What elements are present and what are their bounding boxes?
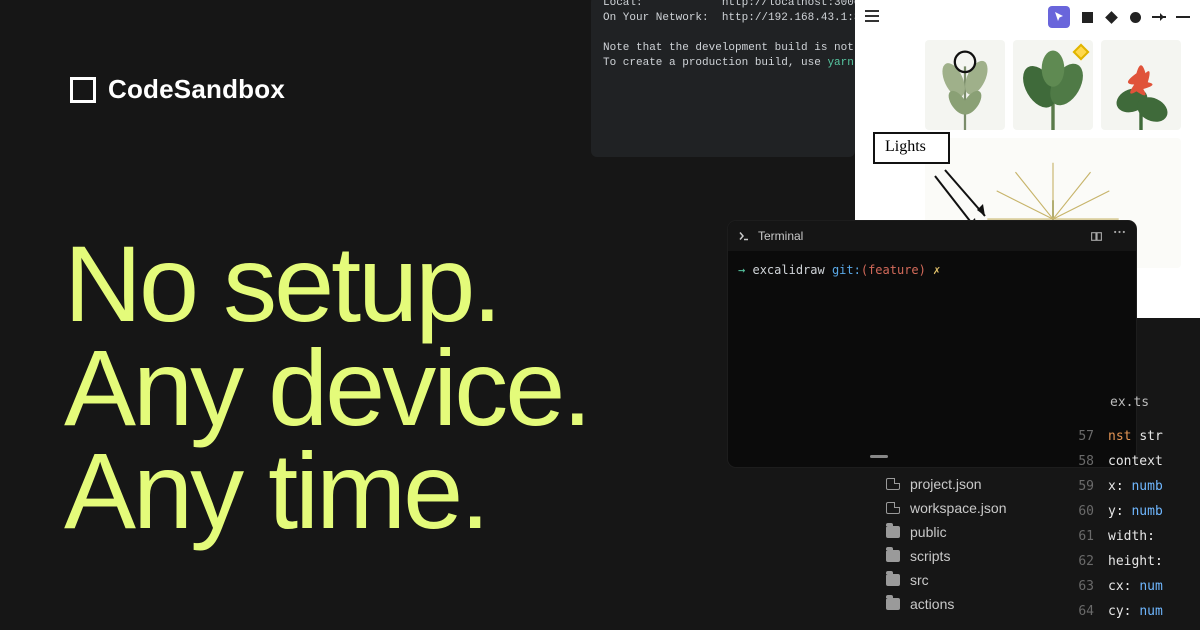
code-line: 63 cx: num [1070,574,1200,599]
build-note-1: Note that the development build is not o… [603,41,843,56]
rectangle-tool-icon[interactable] [1080,10,1094,24]
hero-headline: No setup. Any device. Any time. [64,232,589,543]
line-number: 64 [1070,599,1094,624]
brand-logo: CodeSandbox [70,74,285,105]
arrow-tool-icon[interactable] [1152,10,1166,24]
terminal-tabbar: Terminal [728,221,1136,251]
line-number: 58 [1070,449,1094,474]
tree-item[interactable]: workspace.json [856,496,1066,520]
tree-item[interactable]: actions [856,592,1066,616]
dev-server-panel: Local: http://localhost:3000 On Your Net… [591,0,855,157]
code-line: 59 x: numb [1070,474,1200,499]
prompt-branch: (feature) [861,263,926,277]
hero-line-3: Any time. [64,439,589,543]
canvas-thumb[interactable] [1013,40,1093,130]
tree-item-label: public [910,524,947,540]
line-number: 63 [1070,574,1094,599]
tree-item-label: scripts [910,548,950,564]
diamond-tool-icon[interactable] [1104,10,1118,24]
tree-item-label: actions [910,596,954,612]
toolbar [1048,6,1190,28]
drag-handle-icon[interactable] [870,455,888,458]
tree-item[interactable]: scripts [856,544,1066,568]
prompt-dirty: ✗ [933,263,940,277]
code-text: height: [1108,549,1163,574]
file-tree: project.json workspace.json public scripts s… [856,455,1066,616]
hero-line-2: Any device. [64,336,589,440]
code-text: y: numb [1108,499,1163,524]
hero-line-1: No setup. [64,232,589,336]
code-editor: ex.ts 57 nst str 58 context 59 x: numb 60 y: nu… [1070,395,1200,630]
code-line: 62 height: [1070,549,1200,574]
code-text: cy: num [1108,599,1163,624]
build-note-2b: yarn build [827,57,855,69]
line-number: 59 [1070,474,1094,499]
editor-tab[interactable]: ex.ts [1070,395,1200,424]
code-line: 60 y: numb [1070,499,1200,524]
network-url: http://192.168.43.1:3000 [722,12,855,24]
pointer-tool-icon[interactable] [1048,6,1070,28]
line-number: 60 [1070,499,1094,524]
local-label: Local: [603,0,643,9]
ellipse-tool-icon[interactable] [1128,10,1142,24]
tree-item-label: workspace.json [910,500,1007,516]
code-text: x: numb [1108,474,1163,499]
tree-item[interactable]: project.json [856,472,1066,496]
canvas-thumb[interactable] [1101,40,1181,130]
file-icon [886,502,900,514]
tree-item-label: project.json [910,476,982,492]
build-note-2a: To create a production build, use [603,57,827,69]
tree-item-label: src [910,572,929,588]
terminal-icon [738,230,750,242]
prompt-arrow: → [738,263,745,277]
canvas-thumb[interactable] [925,40,1005,130]
tree-item[interactable]: src [856,568,1066,592]
code-line: 57 nst str [1070,424,1200,449]
code-text: width: [1108,524,1155,549]
line-tool-icon[interactable] [1176,10,1190,24]
brand-name: CodeSandbox [108,74,285,105]
code-text: context [1108,449,1163,474]
prompt-dir: excalidraw [752,263,824,277]
tree-item[interactable]: public [856,520,1066,544]
prompt-git: git: [832,263,861,277]
hamburger-icon[interactable] [865,10,879,22]
code-line: 64 cy: num [1070,599,1200,624]
more-icon[interactable] [1113,230,1126,234]
line-number: 57 [1070,424,1094,449]
file-icon [886,478,900,490]
terminal-body[interactable]: → excalidraw git:(feature) ✗ [728,251,1136,289]
local-url: http://localhost:3000 [722,0,855,9]
canvas-text-label[interactable]: Lights [873,132,950,164]
folder-icon [886,574,900,586]
terminal-title: Terminal [758,229,803,243]
split-icon[interactable] [1090,230,1103,243]
folder-icon [886,598,900,610]
code-text: nst str [1108,424,1163,449]
code-line: 58 context [1070,449,1200,474]
code-text: cx: num [1108,574,1163,599]
network-label: On Your Network: [603,12,709,24]
code-line: 61 width: [1070,524,1200,549]
logo-square-icon [70,77,96,103]
line-number: 61 [1070,524,1094,549]
line-number: 62 [1070,549,1094,574]
folder-icon [886,526,900,538]
folder-icon [886,550,900,562]
